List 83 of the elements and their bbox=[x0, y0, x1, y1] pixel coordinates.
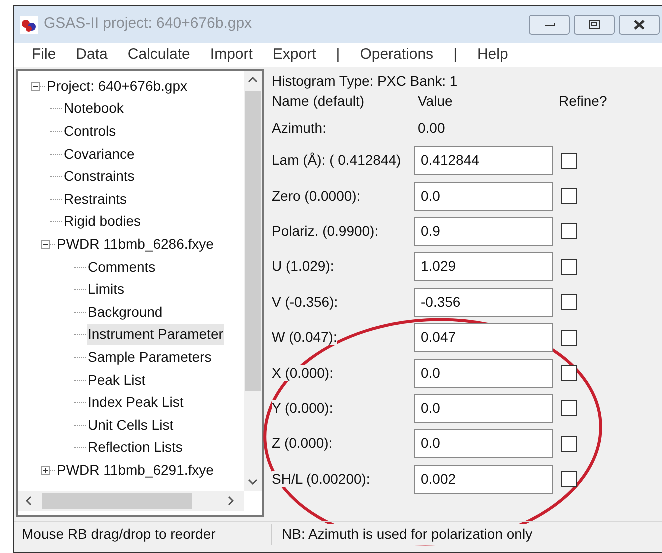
scroll-right-icon[interactable] bbox=[228, 496, 234, 506]
collapse-icon[interactable] bbox=[41, 240, 50, 249]
refine-checkbox[interactable] bbox=[561, 223, 577, 240]
column-header: Name (default) bbox=[272, 92, 366, 111]
histogram-header: Histogram Type: PXC Bank: 1 bbox=[272, 72, 459, 91]
refine-checkbox[interactable] bbox=[561, 188, 577, 204]
tree-item[interactable]: Comments bbox=[87, 256, 157, 278]
menu-item[interactable]: Import bbox=[200, 44, 263, 66]
tree-item[interactable]: Instrument Parameter bbox=[87, 324, 224, 346]
vertical-scrollbar[interactable] bbox=[244, 71, 262, 491]
tree-item[interactable]: Notebook bbox=[63, 98, 125, 120]
tree-item[interactable]: Sample Parameters bbox=[87, 346, 213, 368]
scroll-up-icon[interactable] bbox=[248, 77, 258, 83]
tree-item[interactable]: Covariance bbox=[63, 144, 136, 165]
maximize-button[interactable] bbox=[574, 14, 615, 34]
tree-item[interactable]: PWDR 11bmb_6286.fxye bbox=[56, 234, 215, 255]
scroll-left-icon[interactable] bbox=[26, 496, 32, 506]
tree-item[interactable]: Index Peak List bbox=[87, 392, 185, 414]
collapse-icon[interactable] bbox=[31, 82, 40, 91]
tree-item[interactable]: Peak List bbox=[87, 370, 147, 391]
tree-item[interactable]: Project: 640+676b.gpx bbox=[46, 76, 188, 97]
menu-item[interactable]: Help bbox=[467, 44, 518, 66]
refine-checkbox[interactable] bbox=[561, 294, 577, 310]
parameter-label: Polariz. (0.9900): bbox=[272, 222, 379, 239]
parameter-label: Z (0.000): bbox=[272, 435, 333, 452]
parameter-label: U (1.029): bbox=[272, 258, 334, 274]
value-field[interactable]: 0.002 bbox=[414, 464, 553, 494]
close-button[interactable] bbox=[619, 14, 660, 34]
value-field[interactable]: 1.029 bbox=[414, 252, 553, 282]
minimize-icon bbox=[544, 22, 554, 26]
tree-item[interactable]: Restraints bbox=[63, 188, 128, 210]
scroll-down-icon[interactable] bbox=[248, 479, 258, 485]
refine-checkbox[interactable] bbox=[561, 258, 577, 275]
tree-item[interactable]: Limits bbox=[87, 279, 126, 300]
refine-checkbox[interactable] bbox=[561, 436, 577, 452]
azimuth-label: Azimuth: bbox=[272, 118, 328, 138]
parameter-label: Lam (Å): ( 0.412844) bbox=[272, 152, 402, 168]
value-field[interactable]: 0.9 bbox=[414, 216, 553, 246]
refine-checkbox[interactable] bbox=[561, 471, 577, 488]
parameter-label: W (0.047): bbox=[272, 329, 338, 346]
scroll-thumb[interactable] bbox=[245, 91, 261, 391]
menu-item[interactable]: Operations bbox=[350, 44, 444, 66]
value-field[interactable]: 0.0 bbox=[414, 358, 553, 388]
menu-item[interactable]: Calculate bbox=[118, 44, 200, 66]
parameter-label: X (0.000): bbox=[272, 364, 334, 381]
refine-checkbox[interactable] bbox=[561, 330, 577, 346]
minimize-button[interactable] bbox=[529, 14, 570, 34]
column-header: Refine? bbox=[559, 92, 608, 111]
value-field[interactable]: 0.412844 bbox=[414, 146, 553, 176]
tree-item[interactable]: Reflection Lists bbox=[87, 437, 184, 458]
parameter-label: SH/L (0.00200): bbox=[272, 470, 370, 487]
maximize-icon bbox=[589, 20, 600, 29]
value-field[interactable]: 0.0 bbox=[414, 429, 553, 458]
tree-item[interactable]: PWDR 11bmb_6291.fxye bbox=[56, 460, 215, 481]
tree-item[interactable]: Rigid bodies bbox=[63, 211, 142, 232]
refine-checkbox[interactable] bbox=[561, 152, 577, 169]
menu-item[interactable]: Data bbox=[66, 44, 118, 66]
menu-item[interactable]: Export bbox=[262, 44, 326, 66]
parameter-label: Y (0.000): bbox=[272, 400, 334, 416]
horizontal-scrollbar[interactable] bbox=[18, 491, 244, 511]
close-icon bbox=[634, 20, 645, 30]
tree-item[interactable]: Constraints bbox=[63, 166, 136, 188]
parameter-label: Zero (0.0000): bbox=[272, 188, 361, 204]
refine-checkbox[interactable] bbox=[561, 365, 577, 382]
column-header: Value bbox=[418, 92, 454, 111]
status-text: NB: Azimuth is used for polarization only bbox=[282, 524, 533, 545]
menu-item[interactable]: | bbox=[326, 44, 350, 66]
tree-item[interactable]: Controls bbox=[63, 120, 118, 142]
scroll-thumb[interactable] bbox=[42, 493, 192, 509]
parameter-label: V (-0.356): bbox=[272, 294, 338, 310]
value-field[interactable]: 0.0 bbox=[414, 182, 553, 211]
expand-icon[interactable] bbox=[41, 466, 50, 475]
refine-checkbox[interactable] bbox=[561, 400, 577, 416]
menu-item[interactable]: | bbox=[444, 44, 468, 66]
window-title: GSAS-II project: 640+676b.gpx bbox=[44, 14, 252, 34]
tree-item[interactable]: Background bbox=[87, 302, 164, 323]
tree-item[interactable]: Unit Cells List bbox=[87, 414, 175, 436]
value-field[interactable]: 0.047 bbox=[414, 323, 553, 352]
value-field[interactable]: 0.0 bbox=[414, 394, 553, 423]
azimuth-value: 0.00 bbox=[418, 118, 446, 138]
menu-item[interactable]: File bbox=[22, 44, 66, 66]
app-logo-icon bbox=[20, 16, 38, 34]
value-field[interactable]: -0.356 bbox=[414, 288, 553, 317]
